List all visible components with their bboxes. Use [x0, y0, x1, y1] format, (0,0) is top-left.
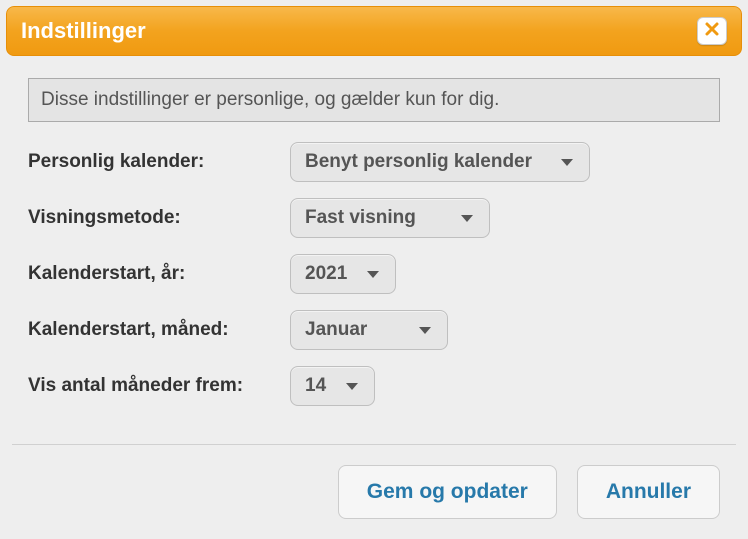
chevron-down-icon — [459, 211, 475, 225]
chevron-down-icon — [344, 379, 360, 393]
cancel-button[interactable]: Annuller — [577, 465, 720, 519]
close-button[interactable] — [697, 17, 727, 45]
row-display-method: Visningsmetode: Fast visning — [28, 198, 720, 238]
label-display-method: Visningsmetode: — [28, 207, 290, 229]
close-icon — [704, 21, 720, 42]
settings-dialog: Indstillinger Disse indstillinger er per… — [6, 6, 742, 539]
select-display-method[interactable]: Fast visning — [290, 198, 490, 238]
label-start-year: Kalenderstart, år: — [28, 263, 290, 285]
select-value: 2021 — [305, 263, 347, 285]
row-personal-calendar: Personlig kalender: Benyt personlig kale… — [28, 142, 720, 182]
info-message: Disse indstillinger er personlige, og gæ… — [28, 78, 720, 122]
dialog-button-bar: Gem og opdater Annuller — [6, 445, 742, 539]
select-value: 14 — [305, 375, 326, 397]
row-start-month: Kalenderstart, måned: Januar — [28, 310, 720, 350]
row-start-year: Kalenderstart, år: 2021 — [28, 254, 720, 294]
dialog-title: Indstillinger — [21, 18, 146, 44]
save-button[interactable]: Gem og opdater — [338, 465, 557, 519]
chevron-down-icon — [365, 267, 381, 281]
label-months-ahead: Vis antal måneder frem: — [28, 375, 290, 397]
dialog-content: Disse indstillinger er personlige, og gæ… — [6, 56, 742, 434]
dialog-titlebar: Indstillinger — [6, 6, 742, 56]
row-months-ahead: Vis antal måneder frem: 14 — [28, 366, 720, 406]
select-months-ahead[interactable]: 14 — [290, 366, 375, 406]
chevron-down-icon — [559, 155, 575, 169]
select-start-year[interactable]: 2021 — [290, 254, 396, 294]
select-start-month[interactable]: Januar — [290, 310, 448, 350]
label-start-month: Kalenderstart, måned: — [28, 319, 290, 341]
select-value: Benyt personlig kalender — [305, 151, 532, 173]
select-value: Fast visning — [305, 207, 416, 229]
select-value: Januar — [305, 319, 367, 341]
select-personal-calendar[interactable]: Benyt personlig kalender — [290, 142, 590, 182]
label-personal-calendar: Personlig kalender: — [28, 151, 290, 173]
chevron-down-icon — [417, 323, 433, 337]
